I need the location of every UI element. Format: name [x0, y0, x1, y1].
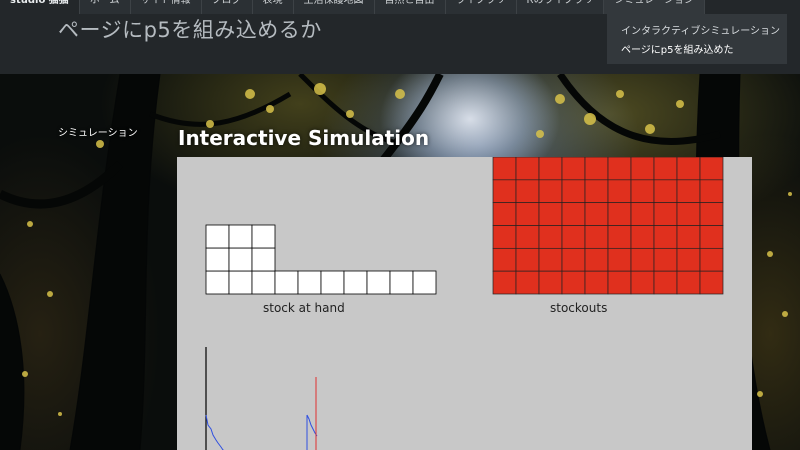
nav-item[interactable]: ライブラリ — [445, 0, 517, 14]
stock-caption: stock at hand — [263, 301, 345, 315]
stockout-cell — [676, 157, 701, 181]
stockout-cell — [653, 157, 678, 181]
stock-cell — [297, 270, 322, 295]
stock-cell — [228, 224, 253, 249]
stockout-cell — [584, 270, 609, 295]
stockout-cell — [561, 179, 586, 204]
nav-item[interactable]: 自然と自由 — [374, 0, 446, 14]
stockout-cell — [653, 247, 678, 272]
stockout-cell — [492, 270, 517, 295]
nav-item[interactable]: 生活保護地図 — [293, 0, 375, 14]
stockout-cell — [584, 179, 609, 204]
nav-dropdown-menu: インタラクティブシミュレーション ページにp5を組み込めた — [607, 14, 787, 64]
stockout-cell — [538, 247, 563, 272]
stock-cell — [228, 247, 253, 272]
stockout-cell — [676, 179, 701, 204]
stockout-cell — [584, 225, 609, 249]
nav-item[interactable]: ホーム — [79, 0, 131, 14]
stockout-cell — [492, 179, 517, 204]
page-title: ページにp5を組み込めるか — [58, 18, 322, 42]
stock-cell — [251, 247, 276, 272]
stockout-cell — [515, 157, 540, 181]
stockout-cell — [676, 225, 701, 249]
stockout-cell — [561, 202, 586, 226]
stock-cell — [412, 270, 437, 295]
stock-cell — [228, 270, 253, 295]
stockout-cell — [699, 225, 724, 249]
stockout-cell — [607, 202, 632, 226]
nav-item[interactable]: 表現 — [252, 0, 294, 14]
site-header: studio 猫猫 ホーム サイト情報 ブログ 表現 生活保護地図 自然と自由 ライブラリ Rの… — [0, 0, 800, 75]
stock-cell — [389, 270, 414, 295]
stockout-cell — [653, 202, 678, 226]
stockout-cell — [630, 179, 655, 204]
stockout-cell — [584, 202, 609, 226]
stock-cell — [343, 270, 368, 295]
stockout-cell — [676, 270, 701, 295]
nav-item[interactable]: シミュレーション — [604, 0, 706, 14]
nav-item[interactable]: Rのライブラリ — [516, 0, 605, 14]
plot-series-1 — [205, 414, 225, 450]
stock-cell — [251, 270, 276, 295]
dropdown-item[interactable]: ページにp5を組み込めた — [607, 41, 787, 60]
stockout-cell — [561, 225, 586, 249]
stockout-cell — [630, 202, 655, 226]
stockout-cell — [607, 247, 632, 272]
stockout-cell — [492, 202, 517, 226]
stockout-cell — [630, 247, 655, 272]
stockout-cell — [607, 225, 632, 249]
stockout-cell — [492, 247, 517, 272]
stock-cell — [274, 270, 299, 295]
site-brand-link[interactable]: studio 猫猫 — [0, 0, 80, 14]
nav-item[interactable]: ブログ — [201, 0, 253, 14]
stockout-cell — [699, 202, 724, 226]
stockout-cell — [515, 179, 540, 204]
stockout-cell — [630, 270, 655, 295]
stockout-cell — [699, 247, 724, 272]
dropdown-item[interactable]: インタラクティブシミュレーション — [607, 22, 787, 41]
stockout-cell — [699, 157, 724, 181]
stockout-cell — [492, 157, 517, 181]
stockout-cell — [515, 247, 540, 272]
stock-cell — [251, 224, 276, 249]
stock-cell — [205, 270, 230, 295]
stockout-cell — [653, 225, 678, 249]
stockout-cell — [607, 270, 632, 295]
stockout-cell — [561, 247, 586, 272]
stockout-cell — [630, 225, 655, 249]
stockout-cell — [584, 247, 609, 272]
stockout-cell — [538, 225, 563, 249]
simulation-title: Interactive Simulation — [178, 126, 430, 150]
hero-background: シミュレーション Interactive Simulation stock at… — [0, 74, 800, 450]
stockout-cell — [630, 157, 655, 181]
stock-cell — [366, 270, 391, 295]
stockout-cell — [561, 270, 586, 295]
nav-item[interactable]: サイト情報 — [130, 0, 202, 14]
stockout-cell — [538, 202, 563, 226]
stockout-cell — [607, 179, 632, 204]
sidebar-label[interactable]: シミュレーション — [58, 124, 138, 139]
p5-canvas[interactable]: stock at hand stockouts — [177, 157, 752, 450]
stockout-cell — [584, 157, 609, 181]
stockout-cell — [515, 202, 540, 226]
stockout-cell — [515, 270, 540, 295]
stockout-cell — [538, 157, 563, 181]
stockout-cell — [515, 225, 540, 249]
stockout-cell — [538, 270, 563, 295]
stockout-cell — [538, 179, 563, 204]
stockout-cell — [561, 157, 586, 181]
stockout-cell — [699, 179, 724, 204]
stockout-cell — [676, 247, 701, 272]
stockout-cell — [653, 179, 678, 204]
stock-cell — [205, 224, 230, 249]
stockout-cell — [607, 157, 632, 181]
stockout-cell — [492, 225, 517, 249]
stock-cell — [320, 270, 345, 295]
stockout-cell — [653, 270, 678, 295]
stockout-cell — [676, 202, 701, 226]
top-nav: studio 猫猫 ホーム サイト情報 ブログ 表現 生活保護地図 自然と自由 ライブラリ Rの… — [0, 0, 706, 14]
stockouts-caption: stockouts — [550, 301, 608, 315]
stock-cell — [205, 247, 230, 272]
stockout-cell — [699, 270, 724, 295]
